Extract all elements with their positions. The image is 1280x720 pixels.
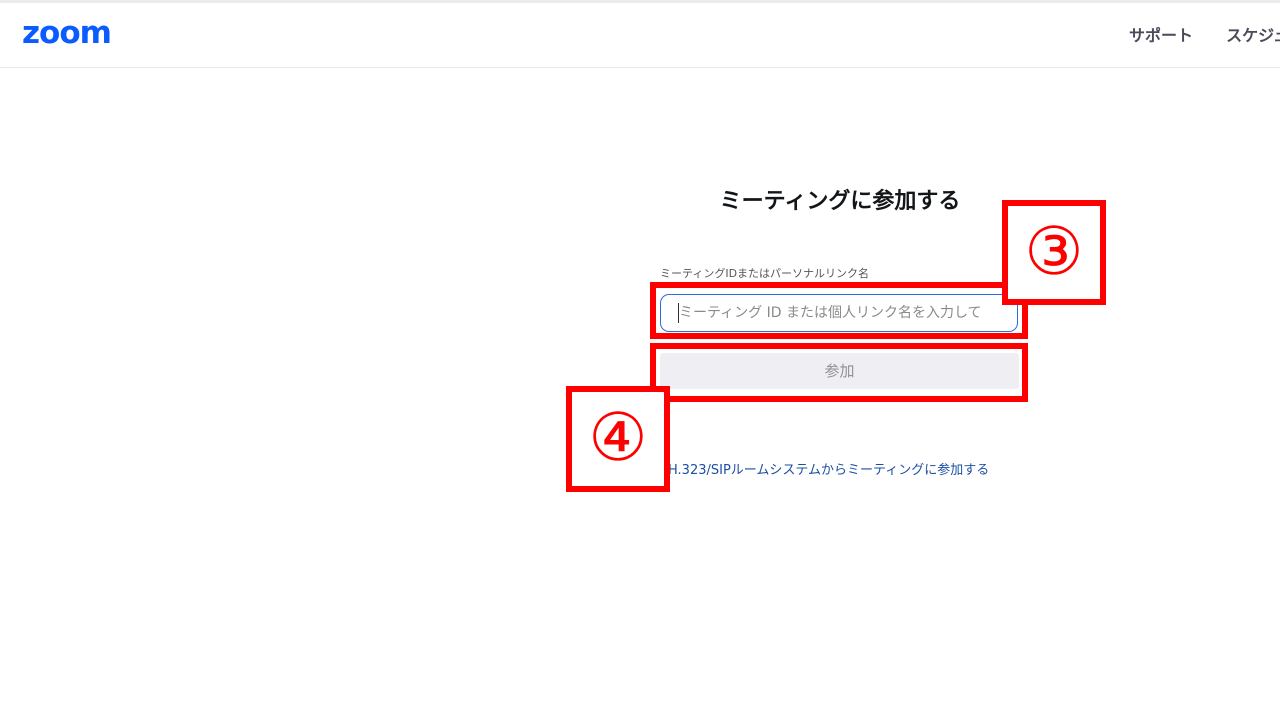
- meeting-id-input[interactable]: [660, 294, 1018, 332]
- sip-room-link[interactable]: H.323/SIPルームシステムからミーティングに参加する: [668, 461, 989, 481]
- zoom-logo[interactable]: zoom: [22, 15, 112, 51]
- step-4-badge: ④: [566, 386, 670, 492]
- header-nav: サポート スケジュ: [1129, 25, 1280, 47]
- nav-support[interactable]: サポート: [1129, 25, 1193, 47]
- nav-schedule[interactable]: スケジュ: [1226, 25, 1280, 47]
- site-header: zoom サポート スケジュ: [0, 3, 1280, 68]
- join-button[interactable]: 参加: [660, 353, 1019, 389]
- step-3-badge: ③: [1002, 200, 1106, 305]
- page: zoom サポート スケジュ ミーティングに参加する ミーティングIDまたはパー…: [0, 0, 1280, 720]
- meeting-id-label: ミーティングIDまたはパーソナルリンク名: [660, 267, 870, 280]
- text-caret: [678, 303, 679, 323]
